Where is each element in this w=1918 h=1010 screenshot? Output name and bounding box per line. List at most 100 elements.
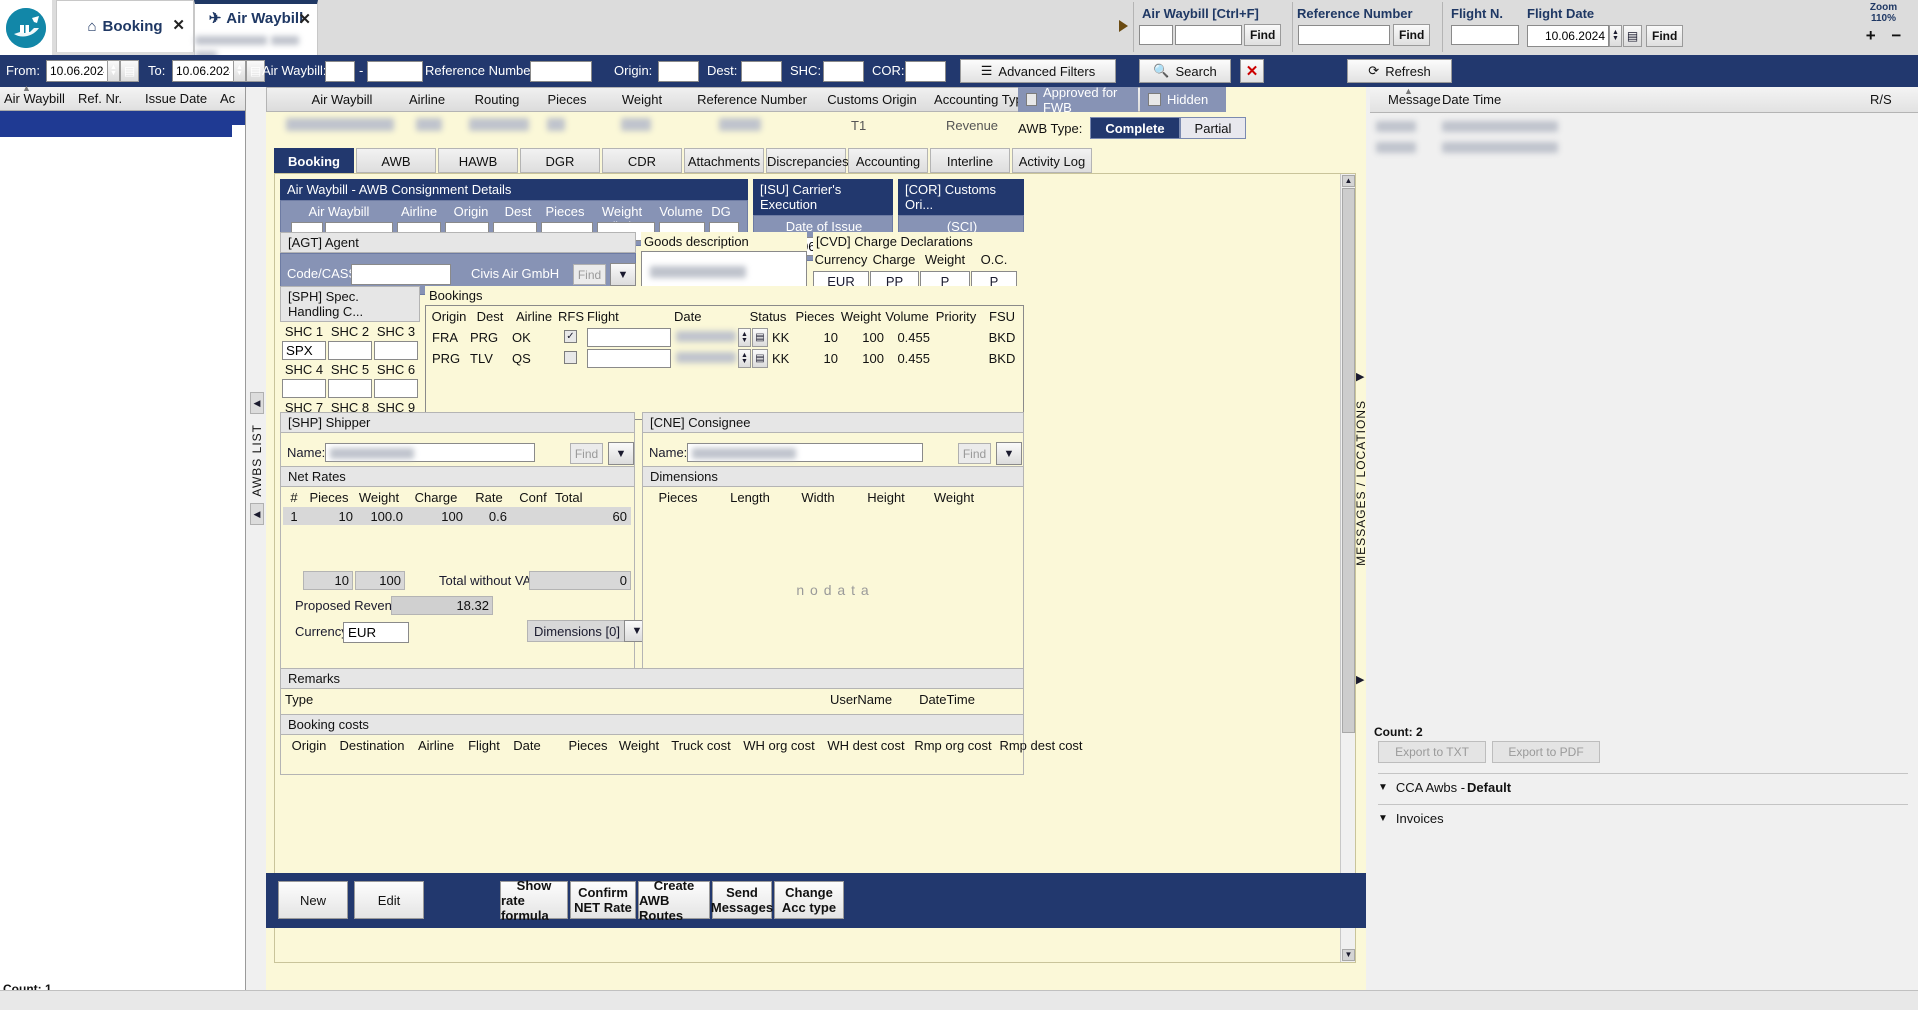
close-icon[interactable]: ✕ [172, 16, 185, 34]
change-acc-type-button[interactable]: Change Acc type [774, 881, 844, 919]
zoom-out-button[interactable]: − [1885, 26, 1907, 45]
msg-col-message[interactable]: Message [1388, 92, 1441, 118]
tab-attachments[interactable]: Attachments [684, 148, 764, 173]
scroll-down-button[interactable]: ▼ [1342, 949, 1355, 961]
message-row[interactable] [1376, 141, 1558, 156]
calendar-icon[interactable]: ▤ [1623, 25, 1642, 47]
shc-filter-input[interactable] [823, 61, 864, 82]
refresh-button[interactable]: ⟳ Refresh [1347, 59, 1452, 83]
flight-no-input[interactable] [1451, 25, 1519, 45]
awbs-col-air-waybill[interactable]: Air Waybill [4, 91, 65, 106]
sph-input-6[interactable] [374, 379, 418, 398]
msg-col-datetime[interactable]: Date Time [1442, 92, 1501, 118]
consignee-find-button[interactable]: Find [958, 443, 991, 464]
tab-air-waybill[interactable]: ✈ Air Waybill ✕ [194, 0, 318, 60]
bk2-calendar-icon[interactable]: ▤ [752, 349, 768, 368]
quick-ref-input[interactable] [1298, 25, 1390, 45]
grid-col-air-waybill[interactable]: Air Waybill [287, 92, 397, 107]
search-button[interactable]: 🔍 Search [1139, 59, 1231, 83]
advanced-filters-button[interactable]: ☰ Advanced Filters [960, 59, 1116, 83]
zoom-in-button[interactable]: + [1860, 26, 1882, 45]
bk1-rfs-checkbox[interactable]: ✓ [564, 330, 577, 343]
tab-hawb[interactable]: HAWB [438, 148, 518, 173]
cor-filter-input[interactable] [905, 61, 946, 82]
tab-activity-log[interactable]: Activity Log [1012, 148, 1092, 173]
grid-col-pieces[interactable]: Pieces [532, 92, 602, 107]
sph-input-3[interactable] [374, 341, 418, 360]
grid-col-routing[interactable]: Routing [452, 92, 542, 107]
ref-filter-input[interactable] [530, 61, 592, 82]
tab-booking-detail[interactable]: Booking [274, 148, 354, 173]
shipper-dropdown-button[interactable]: ▼ [608, 442, 634, 465]
grid-col-reference-number[interactable]: Reference Number [682, 92, 822, 107]
form-scrollbar[interactable]: ▲ ▼ [1340, 174, 1355, 962]
edit-button[interactable]: Edit [354, 881, 424, 919]
messages-expand-up-icon[interactable]: ▶ [1356, 370, 1364, 383]
tab-booking[interactable]: ⌂ Booking ✕ [56, 0, 194, 52]
confirm-net-rate-button[interactable]: Confirm NET Rate [570, 881, 636, 919]
quick-awb-prefix-input[interactable] [1139, 25, 1173, 45]
awbs-list-row[interactable] [0, 125, 232, 137]
send-messages-button[interactable]: Send Messages [711, 881, 773, 919]
awb-prefix-filter-input[interactable] [325, 61, 355, 82]
messages-expand-down-icon[interactable]: ▶ [1356, 673, 1364, 686]
flight-date-stepper[interactable]: ▲ ▼ [1609, 25, 1622, 47]
awbs-list-row-selected[interactable] [0, 111, 245, 125]
flight-date-input[interactable] [1527, 25, 1609, 47]
awbs-col-ac[interactable]: Ac [220, 91, 235, 106]
agent-find-button[interactable]: Find [573, 264, 606, 285]
new-button[interactable]: New [278, 881, 348, 919]
msg-col-rs[interactable]: R/S [1870, 92, 1892, 118]
awbs-col-ref-nr[interactable]: Ref. Nr. [78, 91, 122, 106]
bk1-calendar-icon[interactable]: ▤ [752, 328, 768, 347]
sph-input-2[interactable] [328, 341, 372, 360]
tab-accounting[interactable]: Accounting [848, 148, 928, 173]
from-date-input[interactable] [46, 60, 108, 82]
message-row[interactable] [1376, 120, 1558, 135]
dest-filter-input[interactable] [741, 61, 782, 82]
currency-input[interactable] [343, 622, 409, 643]
agent-code-input[interactable] [351, 264, 451, 285]
scroll-up-button[interactable]: ▲ [1342, 175, 1355, 187]
tab-dgr[interactable]: DGR [520, 148, 600, 173]
bk2-date-stepper[interactable]: ▲ ▼ [738, 349, 751, 368]
agent-dropdown-button[interactable]: ▼ [610, 263, 636, 286]
shipper-find-button[interactable]: Find [570, 443, 603, 464]
consignee-dropdown-button[interactable]: ▼ [996, 442, 1022, 465]
consignee-name-input[interactable] [687, 443, 923, 462]
show-rate-formula-button[interactable]: Show rate formula [500, 878, 568, 923]
sph-input-1[interactable] [282, 341, 326, 360]
hidden-toggle[interactable]: Hidden [1140, 87, 1226, 112]
bk2-rfs-checkbox[interactable] [564, 351, 577, 364]
expand-arrow-icon[interactable] [1119, 20, 1128, 32]
origin-filter-input[interactable] [658, 61, 699, 82]
quick-ref-find-button[interactable]: Find [1393, 24, 1431, 46]
flight-find-button[interactable]: Find [1646, 25, 1684, 47]
quick-awb-find-button[interactable]: Find [1244, 24, 1282, 46]
export-pdf-button[interactable]: Export to PDF [1492, 741, 1600, 763]
tab-cdr[interactable]: CDR [602, 148, 682, 173]
accordion-cca-awbs[interactable]: ▼ CCA Awbs - Default [1378, 773, 1908, 801]
to-date-input[interactable] [172, 60, 234, 82]
accordion-invoices[interactable]: ▼ Invoices [1378, 804, 1908, 832]
tab-discrepancies[interactable]: Discrepancies [766, 148, 849, 173]
close-icon[interactable]: ✕ [298, 10, 311, 28]
to-date-stepper[interactable]: ▲ ▼ [233, 60, 246, 82]
dimensions-button[interactable]: Dimensions [0] [527, 620, 631, 642]
bk1-date-stepper[interactable]: ▲ ▼ [738, 328, 751, 347]
tab-interline[interactable]: Interline [930, 148, 1010, 173]
shipper-name-input[interactable] [325, 443, 535, 462]
from-calendar-icon[interactable]: ▤ [120, 60, 139, 82]
awb-type-complete[interactable]: Complete [1090, 117, 1180, 139]
quick-awb-number-input[interactable] [1175, 25, 1242, 45]
clear-filters-button[interactable]: ✕ [1240, 59, 1264, 83]
create-awb-routes-button[interactable]: Create AWB Routes [638, 878, 710, 923]
tab-awb-detail[interactable]: AWB [356, 148, 436, 173]
sph-input-4[interactable] [282, 379, 326, 398]
grid-col-customs-origin[interactable]: Customs Origin [817, 92, 927, 107]
hidden-checkbox[interactable] [1148, 93, 1161, 106]
export-txt-button[interactable]: Export to TXT [1378, 741, 1486, 763]
awbs-col-issue-date[interactable]: Issue Date [145, 91, 207, 106]
from-date-stepper[interactable]: ▲ ▼ [107, 60, 120, 82]
awbs-list-strip[interactable]: AWBS LIST [248, 340, 266, 580]
